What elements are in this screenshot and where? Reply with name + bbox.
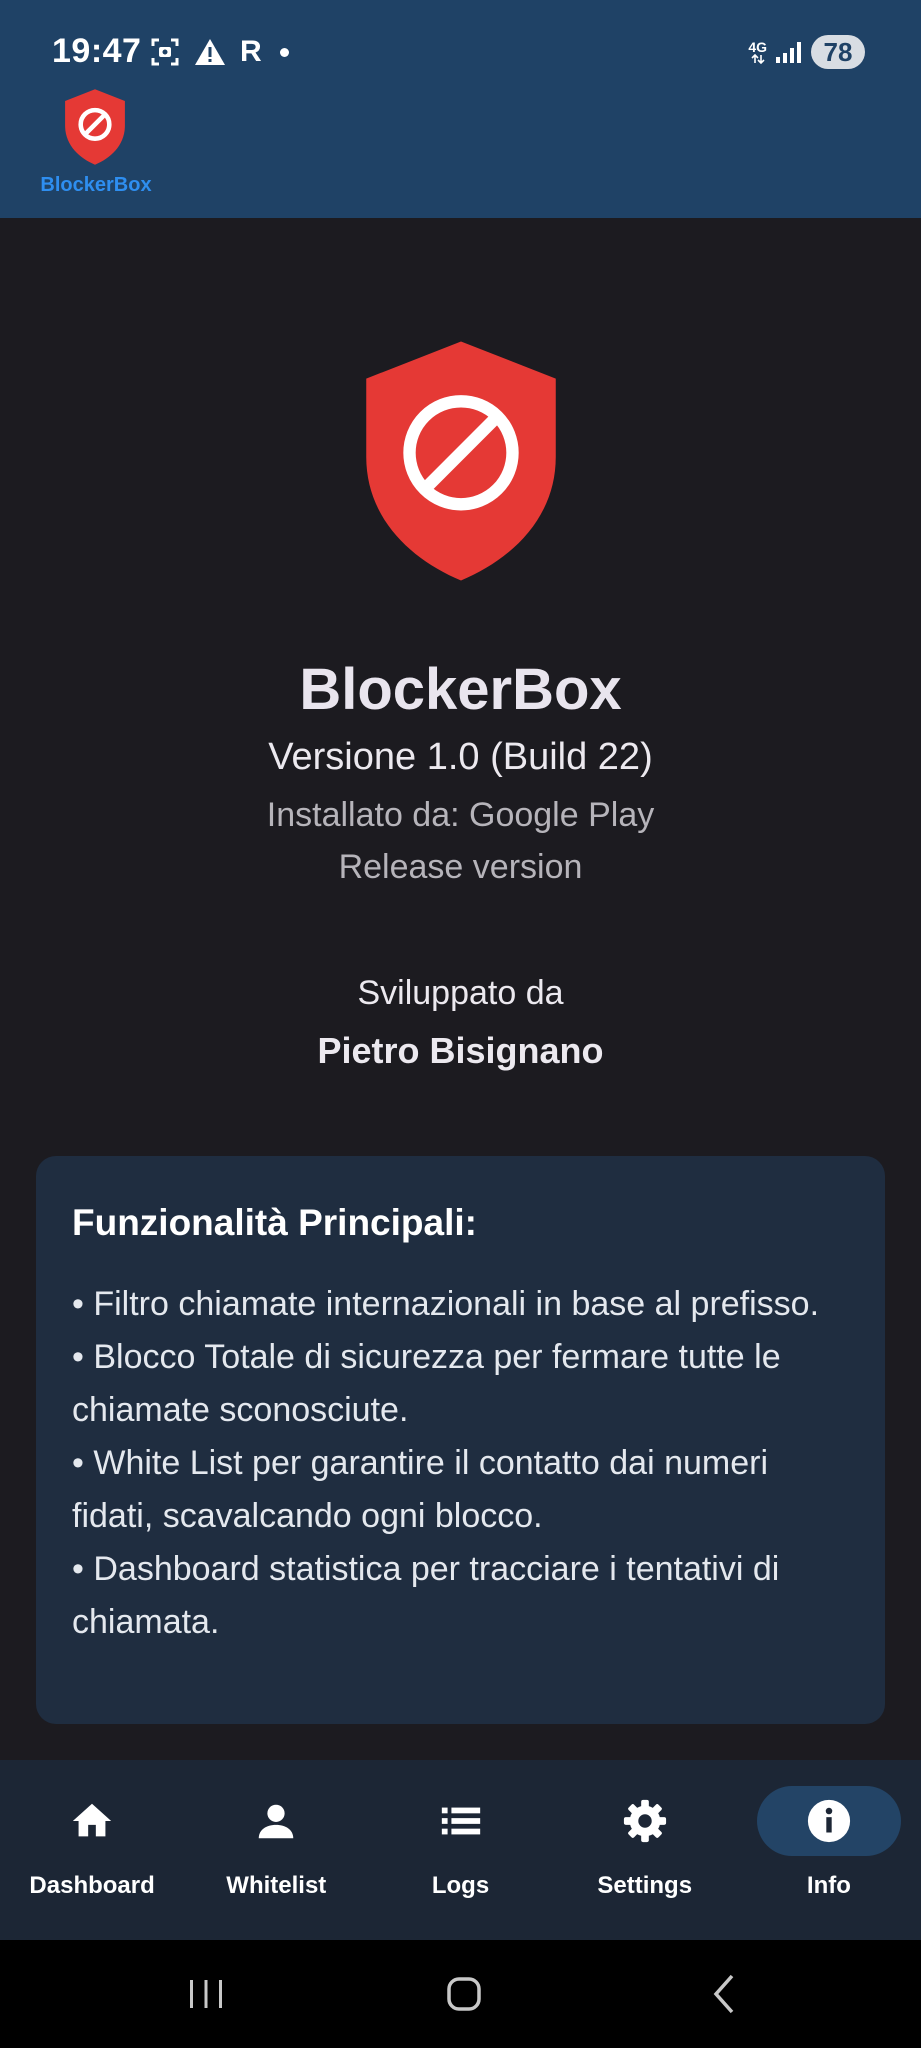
- r-indicator-icon: R: [240, 35, 262, 68]
- nav-label: Settings: [597, 1872, 693, 1899]
- network-type-label: 4G: [748, 39, 767, 55]
- status-notification-icons: R: [150, 34, 289, 70]
- app-header: 19:47 R 4G 78 BlockerBox: [0, 0, 921, 218]
- home-button-icon[interactable]: [434, 1964, 494, 2024]
- features-title: Funzionalità Principali:: [72, 1202, 477, 1243]
- back-icon[interactable]: [694, 1964, 754, 2024]
- shield-logo-icon: [65, 89, 125, 165]
- screenshot-icon: [151, 38, 179, 66]
- bottom-navigation: Dashboard Whitelist Logs Settings Info: [0, 1760, 921, 1940]
- battery-icon: 78: [811, 35, 865, 69]
- status-time: 19:47: [52, 32, 142, 70]
- release-type: Release version: [338, 848, 583, 886]
- feature-item: • Dashboard statistica per tracciare i t…: [72, 1550, 780, 1641]
- gear-icon: [623, 1799, 666, 1843]
- features-card: Funzionalità Principali: • Filtro chiama…: [36, 1156, 885, 1724]
- info-screen: BlockerBox Versione 1.0 (Build 22) Insta…: [0, 218, 921, 1760]
- install-source: Installato da: Google Play: [266, 796, 655, 834]
- nav-whitelist[interactable]: Whitelist: [184, 1760, 368, 1940]
- recent-apps-icon[interactable]: [176, 1964, 236, 2024]
- developer-name: Pietro Bisignano: [317, 1030, 604, 1071]
- shield-block-icon: [366, 341, 556, 581]
- more-notifications-dot: [279, 47, 289, 57]
- feature-item: • Filtro chiamate internazionali in base…: [72, 1285, 820, 1323]
- status-bar: 19:47 R 4G 78: [0, 0, 921, 100]
- status-system-icons: 4G 78: [748, 34, 865, 70]
- info-icon: [807, 1799, 850, 1843]
- network-type-icon: 4G: [748, 40, 767, 64]
- nav-label: Whitelist: [226, 1872, 327, 1899]
- app-name: BlockerBox: [299, 657, 622, 722]
- list-icon: [441, 1807, 480, 1835]
- feature-item: • Blocco Totale di sicurezza per fermare…: [72, 1338, 781, 1429]
- warning-icon: [195, 39, 225, 65]
- home-icon: [72, 1803, 112, 1837]
- header-brand-name: BlockerBox: [40, 174, 152, 196]
- nav-label: Logs: [431, 1872, 490, 1899]
- nav-dashboard[interactable]: Dashboard: [0, 1760, 184, 1940]
- nav-label: Info: [806, 1872, 851, 1899]
- nav-logs[interactable]: Logs: [368, 1760, 552, 1940]
- signal-icon: [776, 42, 801, 63]
- data-arrows-icon: [751, 54, 765, 64]
- nav-settings[interactable]: Settings: [553, 1760, 737, 1940]
- nav-info[interactable]: Info: [737, 1760, 921, 1940]
- developed-by-label: Sviluppato da: [357, 974, 564, 1012]
- person-icon: [259, 1804, 294, 1839]
- nav-label: Dashboard: [29, 1872, 155, 1899]
- system-navigation-bar: [0, 1940, 921, 2048]
- features-list: • Filtro chiamate internazionali in base…: [72, 1278, 849, 1649]
- feature-item: • White List per garantire il contatto d…: [72, 1444, 769, 1535]
- app-version: Versione 1.0 (Build 22): [268, 736, 653, 778]
